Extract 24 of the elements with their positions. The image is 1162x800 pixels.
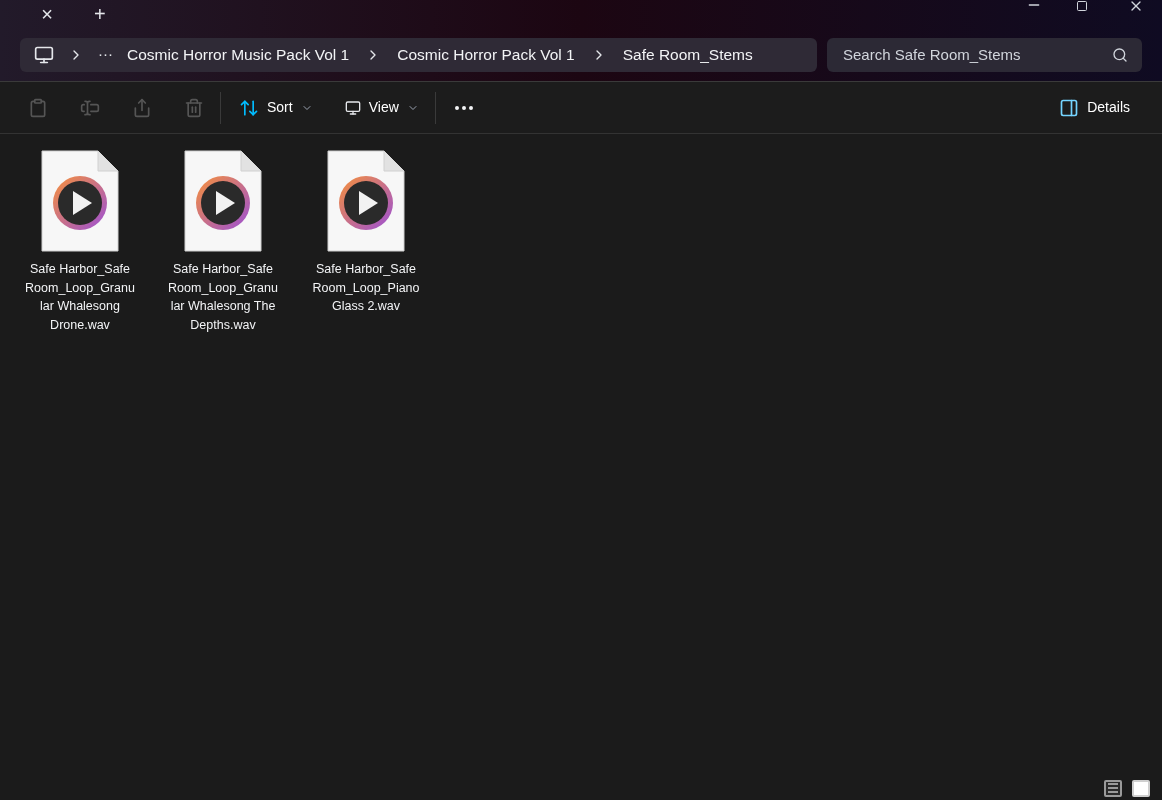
new-tab-button[interactable]: + <box>94 4 106 24</box>
details-pane-icon <box>1059 97 1080 118</box>
breadcrumb-item[interactable]: Safe Room_Stems <box>622 42 753 67</box>
breadcrumb-item[interactable]: Cosmic Horror Pack Vol 1 <box>397 42 575 67</box>
search-icon[interactable] <box>1112 46 1128 63</box>
file-name[interactable]: Safe Harbor_Safe Room_Loop_Granu lar Whalesong The Depths.wav <box>168 260 278 334</box>
audio-file-icon <box>41 150 119 252</box>
file-name[interactable]: Safe Harbor_Safe Room_Loop_Granu lar Whalesong Drone.wav <box>25 260 135 334</box>
address-bar[interactable]: ··· Cosmic Horror Music Pack Vol 1 Cosmic Horror Pack Vol 1 Safe Room_Stems <box>20 37 817 72</box>
file-name[interactable]: Safe Harbor_Safe Room_Loop_Piano Glass 2.wav <box>312 260 420 316</box>
details-button[interactable]: Details <box>1059 97 1130 118</box>
close-tab-button[interactable]: × <box>41 4 53 24</box>
computer-icon[interactable] <box>34 44 54 65</box>
breadcrumb-item[interactable]: Cosmic Horror Music Pack Vol 1 <box>127 42 350 67</box>
large-icons-view-icon[interactable] <box>1132 779 1150 797</box>
maximize-icon[interactable] <box>1076 0 1088 12</box>
audio-file-icon <box>184 150 262 252</box>
sort-button[interactable]: Sort <box>237 97 315 118</box>
view-button[interactable]: View <box>344 97 419 118</box>
details-view-icon[interactable] <box>1104 779 1122 797</box>
breadcrumb-overflow[interactable]: ··· <box>98 43 113 66</box>
monitor-icon <box>344 99 361 116</box>
search-field[interactable]: Search Safe Room_Stems <box>827 37 1142 72</box>
audio-file-icon <box>327 150 405 252</box>
